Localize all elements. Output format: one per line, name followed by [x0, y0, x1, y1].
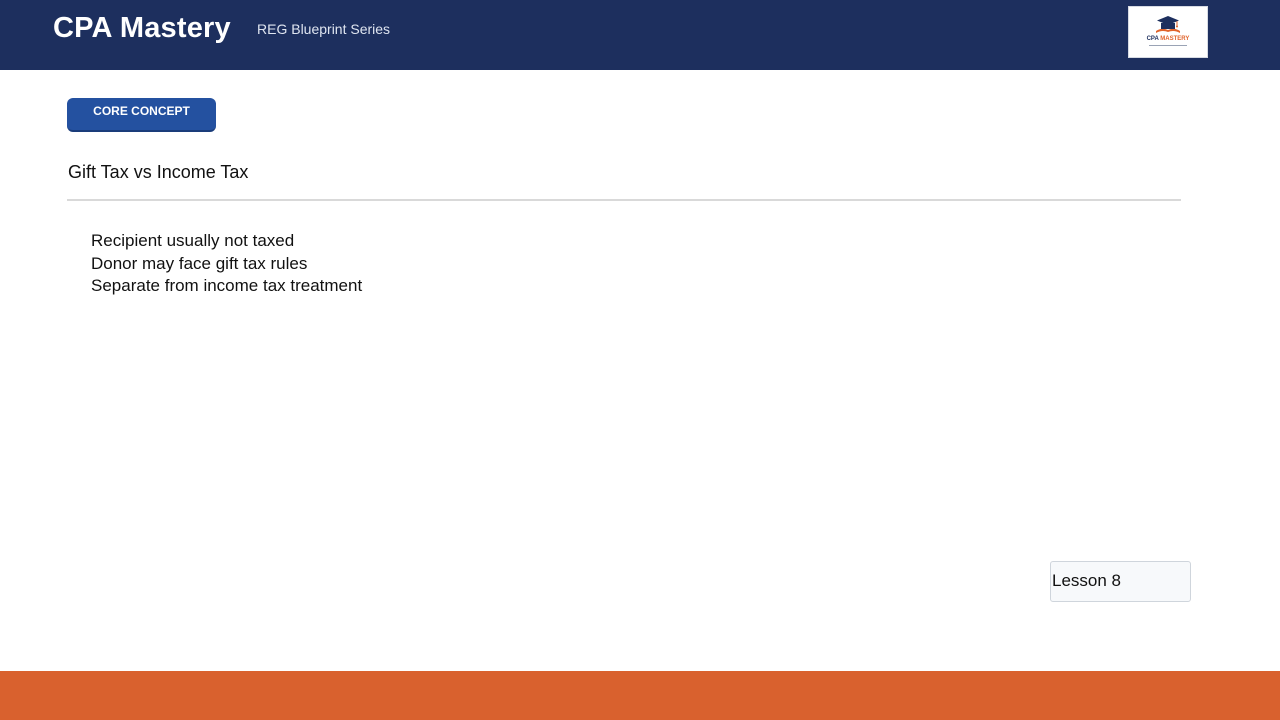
series-label: REG Blueprint Series: [257, 21, 391, 37]
core-concept-badge: CORE CONCEPT: [67, 98, 216, 132]
list-item: Recipient usually not taxed: [91, 231, 295, 250]
header-bar: CPA Mastery REG Blueprint Series CPA MAS…: [0, 0, 1280, 70]
logo: CPA MASTERY: [1128, 6, 1208, 58]
footer-bar: [0, 671, 1280, 720]
title-divider: [67, 199, 1181, 201]
list-item: Separate from income tax treatment: [91, 276, 363, 295]
brand-title: CPA Mastery: [53, 12, 231, 44]
graduation-cap-book-icon: [1156, 16, 1180, 33]
lesson-label: Lesson 8: [1050, 561, 1191, 602]
list-item: Donor may face gift tax rules: [91, 253, 308, 273]
bullet-list: Recipient usually not taxed Donor may fa…: [91, 230, 362, 298]
slide-title: Gift Tax vs Income Tax: [68, 162, 249, 182]
logo-tagline-rule: [1149, 45, 1187, 46]
logo-wordmark: CPA MASTERY: [1146, 36, 1190, 42]
